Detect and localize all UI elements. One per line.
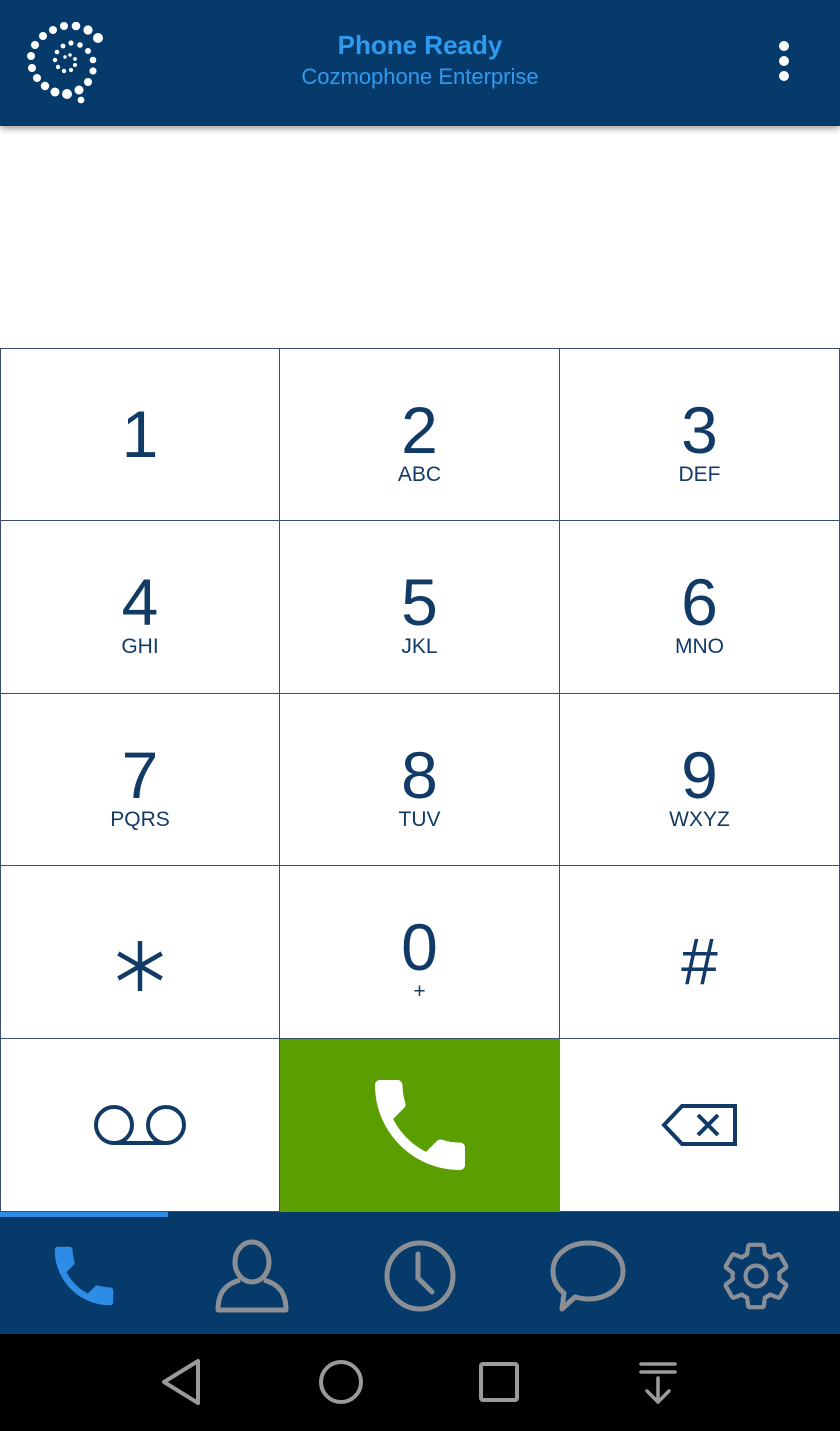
key-digit: 0 <box>401 910 438 985</box>
key-letters: WXYZ <box>669 807 730 831</box>
key-letters: + <box>413 980 426 1004</box>
key-9[interactable]: 9 WXYZ <box>560 693 840 867</box>
key-hash[interactable]: # <box>560 866 840 1040</box>
key-letters: TUV <box>398 807 441 831</box>
backspace-button[interactable] <box>560 1039 840 1212</box>
gear-icon <box>723 1242 789 1309</box>
key-letters: JKL <box>401 634 438 658</box>
key-digit: # <box>681 924 718 999</box>
key-digit: 3 <box>681 393 718 467</box>
key-digit: 5 <box>401 564 438 639</box>
tab-dialer[interactable] <box>0 1217 168 1334</box>
key-0[interactable]: 0 + <box>280 866 560 1040</box>
key-letters: DEF <box>678 463 721 486</box>
account-subtitle: Cozmophone Enterprise <box>301 64 539 89</box>
status-title: Phone Ready <box>337 30 503 60</box>
key-letters: GHI <box>121 634 159 658</box>
person-icon <box>215 1239 289 1312</box>
key-8[interactable]: 8 TUV <box>280 693 560 867</box>
tab-history[interactable] <box>336 1217 504 1334</box>
tab-settings[interactable] <box>672 1217 840 1334</box>
key-letters: ABC <box>397 463 442 486</box>
key-star[interactable]: * <box>0 866 280 1040</box>
more-vert-icon[interactable] <box>768 38 800 86</box>
key-digit: 2 <box>401 393 438 467</box>
home-icon[interactable] <box>311 1352 371 1412</box>
app-header: Phone Ready Cozmophone Enterprise <box>0 0 840 126</box>
backspace-icon <box>660 1104 737 1147</box>
back-icon[interactable] <box>152 1352 212 1412</box>
key-letters: PQRS <box>110 807 170 831</box>
voicemail-icon <box>94 1105 186 1146</box>
key-1[interactable]: 1 <box>0 348 280 521</box>
phone-icon <box>54 1246 114 1305</box>
tab-contacts[interactable] <box>168 1217 336 1334</box>
key-7[interactable]: 7 PQRS <box>0 693 280 867</box>
key-digit: 8 <box>401 737 438 812</box>
key-letters: MNO <box>675 634 724 658</box>
chat-bubble-icon <box>550 1240 626 1311</box>
key-digit: 6 <box>681 564 718 639</box>
key-3[interactable]: 3 DEF <box>560 348 840 521</box>
dial-keypad: 1 2 ABC 3 DEF 4 GHI 5 JKL 6 MNO 7 PQRS 8… <box>0 348 840 1212</box>
system-nav-bar <box>0 1334 840 1431</box>
header-titles: Phone Ready Cozmophone Enterprise <box>0 28 840 92</box>
asterisk-icon <box>117 941 163 992</box>
voicemail-button[interactable] <box>0 1039 280 1212</box>
key-digit: 1 <box>121 397 159 471</box>
recents-icon[interactable] <box>469 1352 529 1412</box>
key-5[interactable]: 5 JKL <box>280 520 560 694</box>
key-2[interactable]: 2 ABC <box>280 348 560 521</box>
phone-icon <box>374 1080 465 1171</box>
bottom-tab-bar <box>0 1212 840 1334</box>
notifications-pulldown-icon[interactable] <box>628 1352 688 1412</box>
tab-messages[interactable] <box>504 1217 672 1334</box>
clock-icon <box>384 1240 456 1311</box>
key-digit: 9 <box>681 737 718 812</box>
key-6[interactable]: 6 MNO <box>560 520 840 694</box>
key-digit: 4 <box>121 564 159 639</box>
key-digit: 7 <box>121 737 159 812</box>
number-display[interactable] <box>0 126 840 348</box>
call-button[interactable] <box>280 1039 560 1212</box>
key-4[interactable]: 4 GHI <box>0 520 280 694</box>
